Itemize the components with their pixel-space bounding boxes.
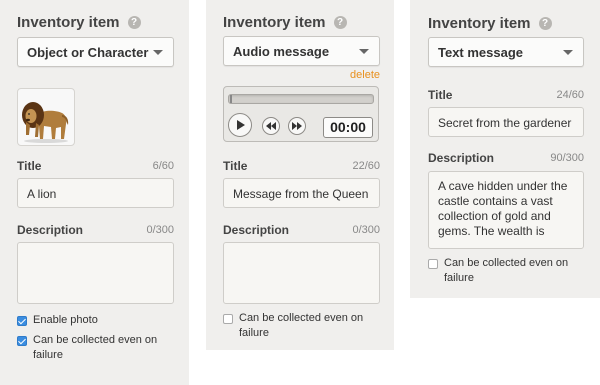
description-label: Description [428,151,495,165]
title-label: Title [428,88,453,102]
play-icon [237,120,245,130]
item-type-dropdown-value: Text message [438,45,524,60]
chevron-down-icon [359,49,369,54]
chevron-down-icon [153,50,163,55]
item-type-dropdown-value: Audio message [233,44,330,59]
item-photo[interactable] [17,88,75,146]
description-textarea[interactable]: A cave hidden under the castle contains … [428,171,584,249]
collect-on-failure-label: Can be collected even on failure [239,312,364,339]
audio-player: 00:00 [223,86,379,142]
collect-on-failure-checkbox[interactable] [223,314,233,324]
enable-photo-checkbox[interactable] [17,316,27,326]
collect-on-failure-label: Can be collected even on failure [444,257,569,284]
panel-header-label: Inventory item [17,14,120,31]
lion-image [22,102,69,143]
collect-on-failure-label: Can be collected even on failure [33,334,158,361]
description-textarea[interactable] [223,242,380,304]
audio-timer: 00:00 [323,117,373,138]
inventory-panel-object: Inventory item? Object or Character Titl… [0,0,189,385]
item-type-dropdown[interactable]: Audio message [223,36,380,66]
collect-on-failure-checkbox[interactable] [428,259,438,269]
audio-progress-track[interactable] [228,94,374,104]
title-input[interactable]: Secret from the gardener [428,107,584,137]
title-input-value: Secret from the gardener [438,116,572,130]
item-type-dropdown-value: Object or Character [27,45,149,60]
help-icon[interactable]: ? [333,16,347,29]
fast-forward-icon [292,122,302,130]
fast-forward-button[interactable] [288,117,306,135]
audio-progress-handle[interactable] [230,95,232,103]
title-input[interactable]: Message from the Queen [223,178,380,208]
title-char-count: 6/60 [152,160,174,172]
panel-header: Inventory item? [428,15,552,32]
panel-header: Inventory item? [17,14,141,31]
item-type-dropdown[interactable]: Text message [428,37,584,67]
description-char-count: 0/300 [352,224,380,236]
description-label: Description [223,223,290,237]
title-input[interactable]: A lion [17,178,174,208]
delete-link[interactable]: delete [326,69,380,81]
help-icon[interactable]: ? [538,17,552,30]
panel-header-label: Inventory item [428,15,531,32]
title-label: Title [223,159,248,173]
inventory-panel-text: Inventory item? Text message Title 24/60… [410,0,600,298]
title-char-count: 22/60 [352,160,380,172]
description-textarea-value: A cave hidden under the castle contains … [438,179,568,238]
title-input-value: Message from the Queen [233,187,369,201]
chevron-down-icon [563,50,573,55]
panel-header: Inventory item? [223,14,347,31]
play-button[interactable] [228,113,252,137]
rewind-button[interactable] [262,117,280,135]
title-label: Title [17,159,42,173]
enable-photo-label: Enable photo [33,314,98,326]
panel-header-label: Inventory item [223,14,326,31]
help-icon[interactable]: ? [127,16,141,29]
description-label: Description [17,223,84,237]
description-textarea[interactable] [17,242,174,304]
inventory-panel-audio: Inventory item? Audio message delete 00:… [206,0,394,350]
description-char-count: 0/300 [146,224,174,236]
item-type-dropdown[interactable]: Object or Character [17,37,174,67]
description-char-count: 90/300 [550,152,584,164]
rewind-icon [266,122,276,130]
title-char-count: 24/60 [556,89,584,101]
collect-on-failure-checkbox[interactable] [17,336,27,346]
title-input-value: A lion [27,187,57,201]
